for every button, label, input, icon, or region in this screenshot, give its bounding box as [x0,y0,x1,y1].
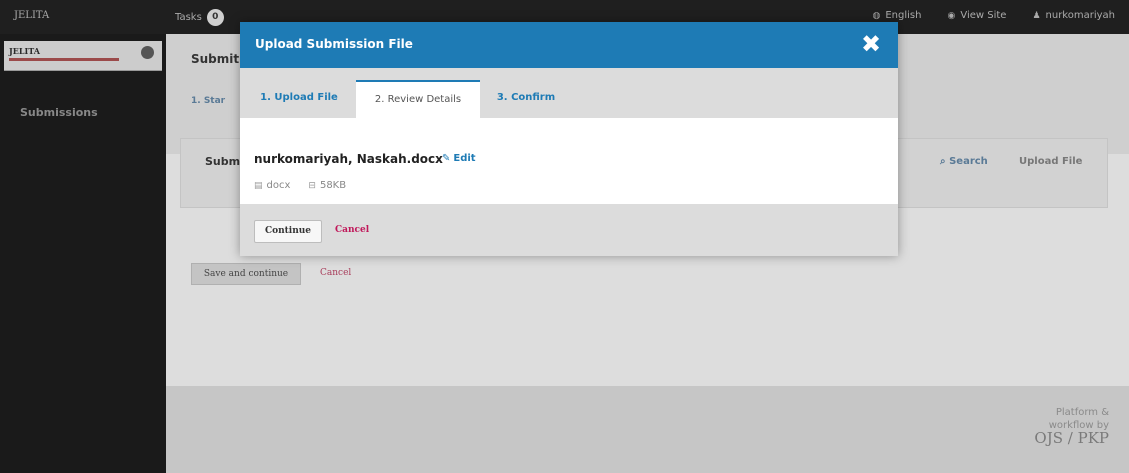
file-size-label: 58KB [319,180,347,191]
close-icon[interactable]: ✖ [858,30,884,58]
file-meta: ▤ docx ⊟ 58KB [254,180,346,191]
file-size: ⊟ 58KB [308,180,346,191]
pencil-icon: ✎ [442,153,451,164]
file-type-label: docx [266,180,291,191]
modal-header: Upload Submission File ✖ [240,22,898,68]
tab-confirm[interactable]: 3. Confirm [486,80,566,118]
modal-tabs: 1. Upload File 2. Review Details 3. Conf… [240,68,898,118]
cancel-link[interactable]: Cancel [335,225,369,235]
continue-button[interactable]: Continue [254,220,322,243]
edit-label: Edit [453,153,476,164]
upload-submission-file-modal: Upload Submission File ✖ 1. Upload File … [240,22,898,256]
edit-file-link[interactable]: ✎ Edit [442,153,476,164]
file-name: nurkomariyah, Naskah.docx [254,152,443,166]
file-details: nurkomariyah, Naskah.docx ✎ Edit ▤ docx ⊟ 5… [240,118,898,204]
file-type: ▤ docx [254,180,290,191]
modal-title: Upload Submission File [255,37,413,51]
modal-footer: Continue Cancel [240,204,898,256]
drive-icon: ⊟ [308,181,316,191]
tab-upload-file[interactable]: 1. Upload File [254,80,344,118]
document-icon: ▤ [254,181,263,191]
tab-review-details[interactable]: 2. Review Details [356,80,480,118]
